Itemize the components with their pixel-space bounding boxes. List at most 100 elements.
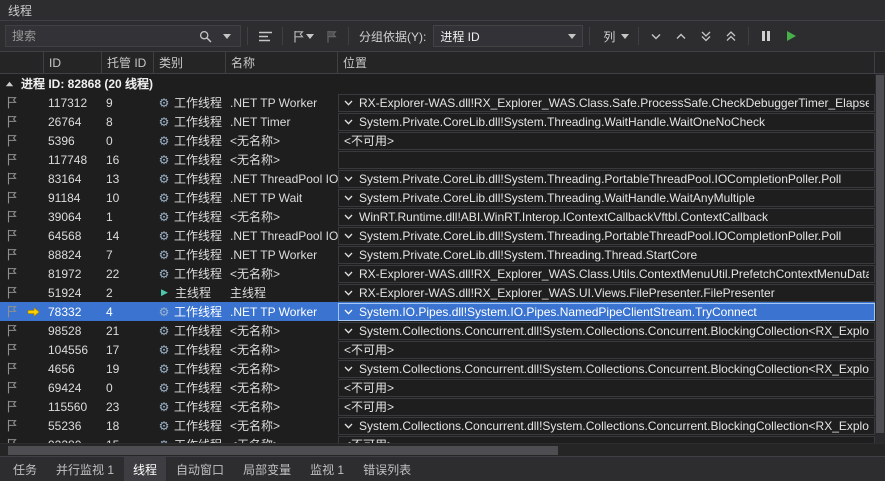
flag-toggle[interactable] — [0, 245, 22, 264]
flag-icon — [6, 248, 17, 261]
thread-row[interactable]: 117312 9 工作线程 .NET TP Worker RX-Explorer… — [0, 93, 875, 112]
bottom-tab[interactable]: 并行监视 1 — [47, 457, 123, 481]
location-dropdown[interactable]: System.Private.CoreLib.dll!System.Thread… — [338, 113, 875, 131]
location-dropdown[interactable]: <不可用> — [338, 379, 875, 397]
continue-button[interactable] — [780, 25, 802, 47]
flag-toggle[interactable] — [0, 321, 22, 340]
flag-toggle[interactable] — [0, 169, 22, 188]
name-cell: <无名称> — [226, 321, 338, 340]
collapse-group-button[interactable] — [670, 25, 692, 47]
thread-row[interactable]: 115560 23 工作线程 <无名称> <不可用> — [0, 397, 875, 416]
flag-toggle[interactable] — [0, 226, 22, 245]
name-cell: .NET TP Wait — [226, 188, 338, 207]
flag-toggle[interactable] — [0, 359, 22, 378]
thread-row[interactable]: 91184 10 工作线程 .NET TP Wait System.Privat… — [0, 188, 875, 207]
location-dropdown[interactable]: <不可用> — [338, 132, 875, 150]
location-dropdown[interactable]: System.Collections.Concurrent.dll!System… — [338, 417, 875, 435]
thread-row[interactable]: 78332 4 工作线程 .NET TP Worker System.IO.Pi… — [0, 302, 875, 321]
chevron-up-icon — [676, 33, 686, 40]
bottom-tab[interactable]: 线程 — [124, 457, 166, 481]
category-cell: 工作线程 — [154, 169, 226, 188]
vertical-scrollbar-thumb[interactable] — [876, 75, 884, 433]
pause-button[interactable] — [755, 25, 777, 47]
thread-row[interactable]: 98528 21 工作线程 <无名称> System.Collections.C… — [0, 321, 875, 340]
location-dropdown[interactable]: RX-Explorer-WAS.dll!RX_Explorer_WAS.UI.V… — [338, 284, 875, 302]
thread-row[interactable]: 39064 1 工作线程 <无名称> WinRT.Runtime.dll!ABI… — [0, 207, 875, 226]
search-options-dropdown[interactable] — [216, 25, 238, 47]
header-location[interactable]: 位置 — [338, 52, 875, 73]
flag-toggle[interactable] — [0, 188, 22, 207]
flag-dropdown-button[interactable] — [289, 25, 317, 47]
location-dropdown[interactable]: RX-Explorer-WAS.dll!RX_Explorer_WAS.Clas… — [338, 265, 875, 283]
current-thread-indicator — [22, 435, 44, 443]
flag-toggle[interactable] — [0, 435, 22, 443]
search-input[interactable] — [6, 29, 194, 43]
location-dropdown[interactable]: System.Collections.Concurrent.dll!System… — [338, 360, 875, 378]
header-id[interactable]: ID — [44, 52, 102, 73]
show-flagged-only-button[interactable] — [320, 25, 342, 47]
bottom-tab[interactable]: 局部变量 — [234, 457, 300, 481]
thread-row[interactable]: 55236 18 工作线程 <无名称> System.Collections.C… — [0, 416, 875, 435]
thread-row[interactable]: 26764 8 工作线程 .NET Timer System.Private.C… — [0, 112, 875, 131]
bottom-tab[interactable]: 自动窗口 — [167, 457, 233, 481]
header-name[interactable]: 名称 — [226, 52, 338, 73]
location-dropdown[interactable] — [338, 151, 875, 169]
category-cell: 工作线程 — [154, 397, 226, 416]
thread-row[interactable]: 88824 7 工作线程 .NET TP Worker System.Priva… — [0, 245, 875, 264]
toolbar-separator — [348, 27, 349, 45]
flag-toggle[interactable] — [0, 302, 22, 321]
flag-toggle[interactable] — [0, 283, 22, 302]
tool-window-titlebar[interactable]: 线程 — [0, 0, 885, 21]
thread-row[interactable]: 69424 0 工作线程 <无名称> <不可用> — [0, 378, 875, 397]
location-dropdown[interactable]: WinRT.Runtime.dll!ABI.WinRT.Interop.ICon… — [338, 208, 875, 226]
bottom-tab[interactable]: 错误列表 — [354, 457, 420, 481]
location-dropdown[interactable]: System.Collections.Concurrent.dll!System… — [338, 322, 875, 340]
location-dropdown[interactable]: System.Private.CoreLib.dll!System.Thread… — [338, 246, 875, 264]
thread-row[interactable]: 81972 22 工作线程 <无名称> RX-Explorer-WAS.dll!… — [0, 264, 875, 283]
flag-toggle[interactable] — [0, 378, 22, 397]
flag-toggle[interactable] — [0, 264, 22, 283]
thread-row[interactable]: 4656 19 工作线程 <无名称> System.Collections.Co… — [0, 359, 875, 378]
header-category[interactable]: 类别 — [154, 52, 226, 73]
thread-row[interactable]: 64568 14 工作线程 .NET ThreadPool IO System.… — [0, 226, 875, 245]
location-dropdown[interactable]: <不可用> — [338, 398, 875, 416]
expand-all-button[interactable] — [695, 25, 717, 47]
name-cell: <无名称> — [226, 264, 338, 283]
collapse-all-button[interactable] — [720, 25, 742, 47]
search-box — [5, 25, 241, 47]
location-dropdown[interactable]: System.Private.CoreLib.dll!System.Thread… — [338, 170, 875, 188]
thread-row[interactable]: 83164 13 工作线程 .NET ThreadPool IO System.… — [0, 169, 875, 188]
bottom-tab[interactable]: 任务 — [4, 457, 46, 481]
flag-toggle[interactable] — [0, 131, 22, 150]
location-dropdown[interactable]: <不可用> — [338, 341, 875, 359]
flag-toggle[interactable] — [0, 416, 22, 435]
expand-group-button[interactable] — [645, 25, 667, 47]
location-dropdown[interactable]: <不可用> — [338, 436, 875, 444]
thread-row[interactable]: 104556 17 工作线程 <无名称> <不可用> — [0, 340, 875, 359]
group-by-combobox[interactable]: 进程 ID — [433, 25, 583, 47]
vertical-scrollbar[interactable] — [875, 74, 885, 443]
search-call-stack-button[interactable] — [254, 25, 276, 47]
thread-row[interactable]: 5396 0 工作线程 <无名称> <不可用> — [0, 131, 875, 150]
flag-toggle[interactable] — [0, 150, 22, 169]
flag-toggle[interactable] — [0, 340, 22, 359]
thread-row[interactable]: 92280 15 工作线程 <无名称> <不可用> — [0, 435, 875, 443]
flag-toggle[interactable] — [0, 93, 22, 112]
horizontal-scrollbar-thumb[interactable] — [8, 446, 558, 455]
current-thread-indicator — [22, 359, 44, 378]
location-dropdown[interactable]: System.Private.CoreLib.dll!System.Thread… — [338, 189, 875, 207]
header-managed-id[interactable]: 托管 ID — [102, 52, 154, 73]
location-dropdown[interactable]: RX-Explorer-WAS.dll!RX_Explorer_WAS.Clas… — [338, 94, 875, 112]
location-dropdown[interactable]: System.IO.Pipes.dll!System.IO.Pipes.Name… — [338, 303, 875, 321]
thread-row[interactable]: 117748 16 工作线程 <无名称> — [0, 150, 875, 169]
columns-dropdown-button[interactable]: 列 — [596, 25, 632, 47]
flag-toggle[interactable] — [0, 207, 22, 226]
flag-toggle[interactable] — [0, 112, 22, 131]
location-dropdown[interactable]: System.Private.CoreLib.dll!System.Thread… — [338, 227, 875, 245]
flag-toggle[interactable] — [0, 397, 22, 416]
thread-row[interactable]: 51924 2 主线程 主线程 RX-Explorer-WAS.dll!RX_E… — [0, 283, 875, 302]
horizontal-scrollbar[interactable] — [0, 443, 885, 456]
search-button[interactable] — [194, 25, 216, 47]
bottom-tab[interactable]: 监视 1 — [301, 457, 353, 481]
process-group-row[interactable]: 进程 ID: 82868 (20 线程) — [0, 74, 875, 93]
